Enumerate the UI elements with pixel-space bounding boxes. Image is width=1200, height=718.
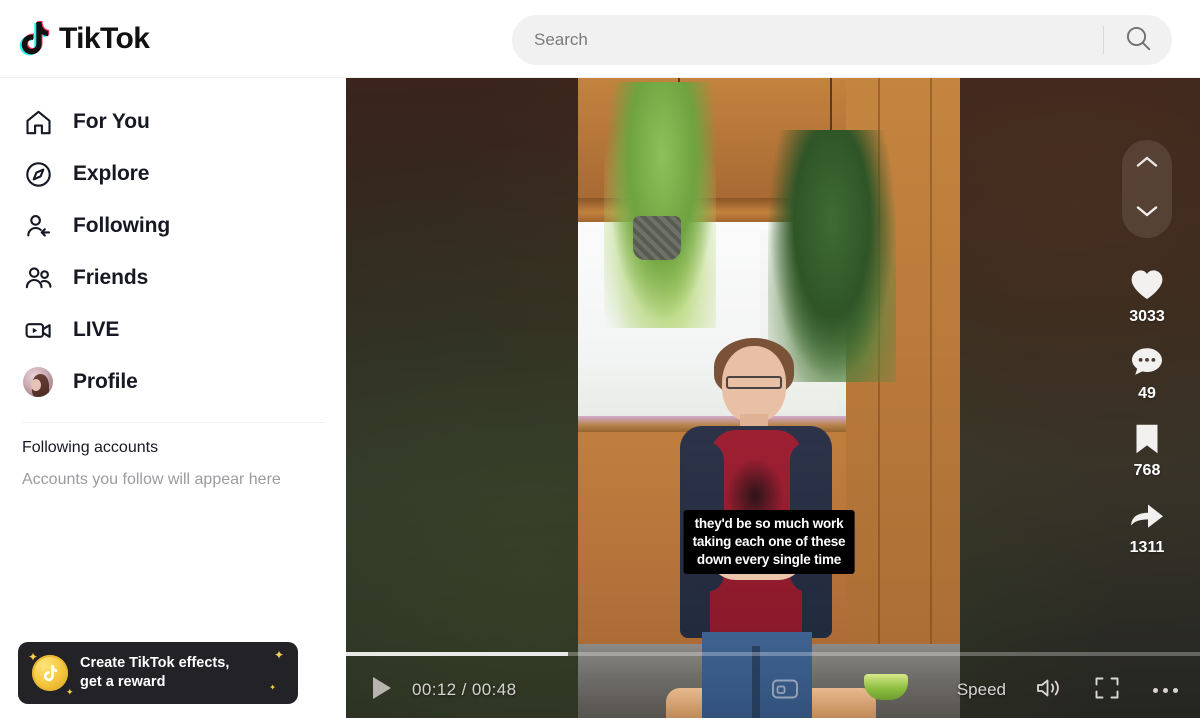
home-icon <box>22 106 54 138</box>
promo-line-1: Create TikTok effects, <box>80 654 230 671</box>
like-count: 3033 <box>1129 308 1165 325</box>
following-accounts-title: Following accounts <box>22 439 159 456</box>
video-progress-bar[interactable] <box>346 652 1200 656</box>
sidebar-item-explore[interactable]: Explore <box>22 148 324 200</box>
video-navigation-pill <box>1122 140 1172 238</box>
tiktok-note-icon <box>18 20 52 58</box>
bookmark-count: 768 <box>1133 462 1161 479</box>
comment-button[interactable]: 49 <box>1125 341 1169 403</box>
player-controls-right: Speed <box>772 676 1180 704</box>
sidebar-item-following[interactable]: Following <box>22 200 324 252</box>
speed-button[interactable]: Speed <box>957 680 1006 700</box>
share-button[interactable]: 1311 <box>1125 495 1169 557</box>
more-options-icon <box>1152 687 1178 693</box>
avatar-icon <box>23 367 53 397</box>
subtitle-icon <box>771 677 799 706</box>
person-glasses <box>726 376 782 389</box>
sidebar-item-label: Profile <box>73 370 138 393</box>
fullscreen-icon <box>1094 676 1120 705</box>
app-header: TikTok <box>0 0 1200 78</box>
sidebar-item-label: Explore <box>73 162 150 185</box>
video-stage[interactable]: they'd be so much work taking each one o… <box>346 78 1200 718</box>
hanging-plant-right <box>768 130 896 382</box>
search-icon <box>1124 24 1153 56</box>
video-progress-fill <box>346 652 569 656</box>
scroll-up-button[interactable] <box>1124 143 1170 187</box>
sidebar-item-profile[interactable]: Profile <box>22 356 324 408</box>
sidebar-divider <box>22 422 324 423</box>
plant-pot-left <box>633 216 681 260</box>
video-action-rail: 3033 49 768 1311 <box>1116 140 1178 572</box>
like-button[interactable]: 3033 <box>1125 264 1169 326</box>
person-arrow-icon <box>22 210 54 242</box>
subtitle-button[interactable] <box>770 677 800 705</box>
heart-icon <box>1125 264 1169 306</box>
video-player[interactable]: they'd be so much work taking each one o… <box>578 78 960 718</box>
comment-count: 49 <box>1138 385 1156 402</box>
video-caption-overlay: they'd be so much work taking each one o… <box>683 510 855 574</box>
following-accounts-empty-text: Accounts you follow will appear here <box>22 471 281 488</box>
scroll-down-button[interactable] <box>1124 192 1170 236</box>
plant-hanger <box>830 78 832 132</box>
sparkle-icon: ✦ <box>28 650 39 664</box>
compass-icon <box>22 158 54 190</box>
volume-icon <box>1035 676 1063 705</box>
sidebar-item-label: LIVE <box>73 318 120 341</box>
comment-icon <box>1125 341 1169 383</box>
chevron-down-icon <box>1135 203 1159 224</box>
player-controls-left: 00:12 / 00:48 <box>370 676 516 704</box>
sidebar-item-live[interactable]: LIVE <box>22 304 324 356</box>
logo-text: TikTok <box>59 21 150 55</box>
promo-line-2: get a reward <box>80 674 166 690</box>
search-input[interactable] <box>512 30 1103 50</box>
person-leg-gap <box>752 646 760 718</box>
sidebar-item-friends[interactable]: Friends <box>22 252 324 304</box>
sidebar: For You Explore Following Friends LIVE P… <box>0 78 346 718</box>
more-options-button[interactable] <box>1150 676 1180 704</box>
dot <box>1172 687 1178 693</box>
search-button[interactable] <box>1104 15 1172 65</box>
fullscreen-button[interactable] <box>1092 676 1122 704</box>
dot <box>1162 687 1168 693</box>
hanging-plant-left <box>604 82 716 328</box>
sparkle-icon: ✦ <box>269 683 276 692</box>
sidebar-item-for-you[interactable]: For You <box>22 96 324 148</box>
sparkle-icon: ✦ <box>273 648 284 662</box>
volume-button[interactable] <box>1034 676 1064 704</box>
sparkle-icon: ✦ <box>66 687 74 697</box>
two-people-icon <box>22 262 54 294</box>
play-button[interactable] <box>370 676 396 704</box>
video-camera-icon <box>22 314 54 346</box>
scene-seam <box>930 78 932 718</box>
tiktok-logo[interactable]: TikTok <box>18 20 150 58</box>
promo-text: Create TikTok effects, get a reward <box>80 654 229 692</box>
share-count: 1311 <box>1129 539 1165 556</box>
tiktok-app: TikTok For You <box>0 0 1200 718</box>
video-time-display: 00:12 / 00:48 <box>412 680 517 699</box>
sidebar-item-label: Following <box>73 214 171 237</box>
search-bar[interactable] <box>512 15 1172 65</box>
share-arrow-icon <box>1125 495 1169 537</box>
bookmark-icon <box>1125 418 1169 460</box>
play-icon <box>370 674 394 707</box>
bookmark-button[interactable]: 768 <box>1125 418 1169 480</box>
chevron-up-icon <box>1135 154 1159 175</box>
dot <box>1152 687 1158 693</box>
avatar <box>22 366 54 398</box>
sidebar-item-label: Friends <box>73 266 149 289</box>
create-effects-promo-banner[interactable]: ✦ ✦ ✦ ✦ Create TikTok effects, get a rew… <box>18 642 298 704</box>
sidebar-item-label: For You <box>73 110 150 133</box>
